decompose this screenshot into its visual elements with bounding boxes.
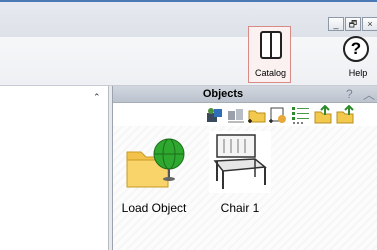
new-folder-icon[interactable] bbox=[247, 105, 267, 125]
add-object-icon[interactable] bbox=[268, 105, 288, 125]
chair-thumbnail bbox=[209, 131, 271, 193]
objects-grid: Load Object Chair 1 bbox=[113, 126, 377, 250]
title-bar: _ 🗗 × bbox=[0, 2, 377, 37]
object-label: Chair 1 bbox=[220, 201, 260, 215]
collapse-icon[interactable]: ︿ bbox=[363, 86, 375, 103]
object-label: Load Object bbox=[121, 201, 187, 215]
help-button[interactable]: ? Help bbox=[340, 28, 376, 84]
left-pane: ⌃ bbox=[0, 86, 109, 250]
materials-legend-icon[interactable] bbox=[291, 105, 311, 125]
question-circle-icon: ? bbox=[343, 36, 369, 62]
ribbon bbox=[0, 37, 377, 86]
object-group-icon[interactable] bbox=[226, 105, 246, 125]
objects-panel-title: Objects bbox=[202, 88, 244, 100]
object-tile-load-object[interactable]: Load Object bbox=[115, 126, 193, 246]
objects-panel: Objects ? ︿ Load Object Chair 1 bbox=[112, 86, 377, 250]
object-tile-chair-1[interactable]: Chair 1 bbox=[201, 126, 279, 246]
book-icon bbox=[260, 31, 282, 59]
catalog-label: Catalog bbox=[254, 68, 287, 78]
catalog-button[interactable]: Catalog bbox=[248, 26, 291, 83]
folder-export-icon[interactable] bbox=[335, 105, 355, 125]
panel-help-icon[interactable]: ? bbox=[346, 87, 353, 101]
objects-panel-header: Objects ? ︿ bbox=[113, 86, 377, 103]
scroll-up-icon[interactable]: ⌃ bbox=[93, 92, 101, 103]
objects-toolbar bbox=[205, 105, 377, 125]
import-objects-icon[interactable] bbox=[205, 105, 225, 125]
folder-up-icon[interactable] bbox=[313, 105, 333, 125]
folder-globe-icon bbox=[126, 138, 185, 188]
help-label: Help bbox=[348, 68, 368, 78]
